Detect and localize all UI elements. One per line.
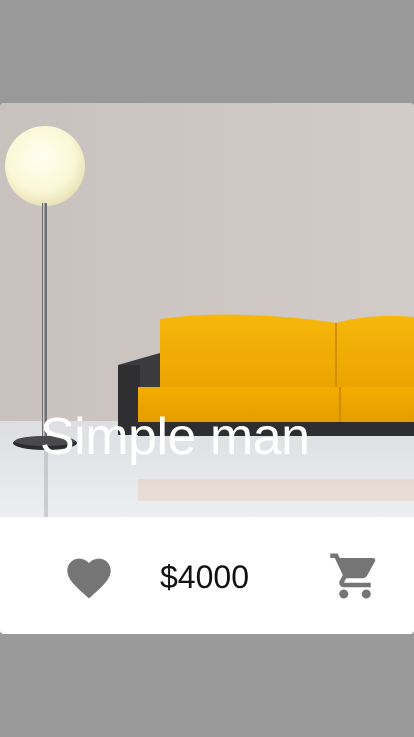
product-card[interactable]: Simple man $4000 [0, 103, 414, 634]
product-actions-bar: $4000 [0, 517, 414, 634]
screen: Simple man $4000 [0, 0, 414, 737]
product-price: $4000 [160, 559, 249, 595]
like-button[interactable] [60, 547, 118, 605]
add-to-cart-button[interactable] [326, 547, 384, 605]
heart-icon [67, 558, 111, 599]
product-title: Simple man [40, 408, 310, 466]
shopping-cart-icon [330, 553, 376, 599]
product-image[interactable]: Simple man [0, 103, 414, 517]
